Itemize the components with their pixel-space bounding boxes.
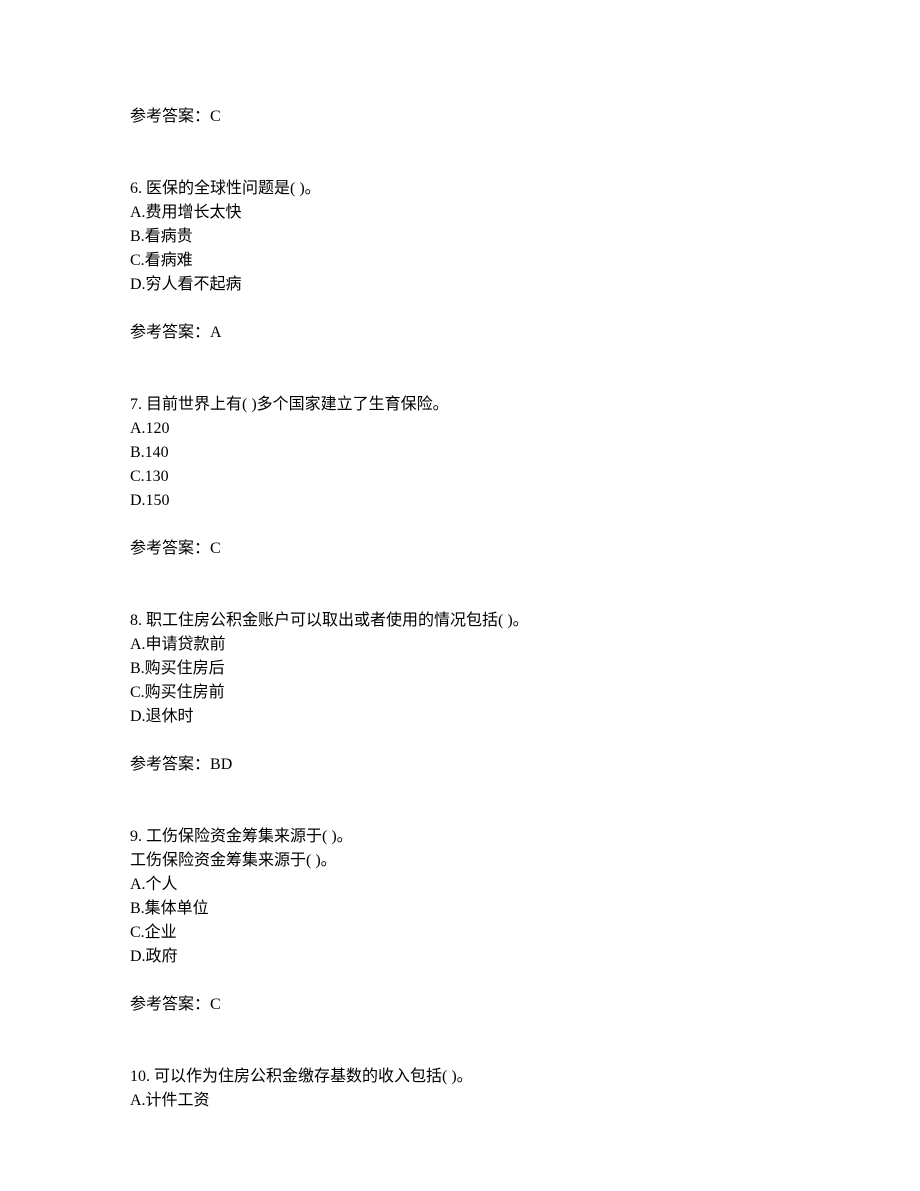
option-b: B.140	[130, 441, 790, 465]
answer-label: 参考答案：	[130, 756, 210, 773]
option-c: C.购买住房前	[130, 681, 790, 705]
question-block-7: 7. 目前世界上有( )多个国家建立了生育保险。 A.120 B.140 C.1…	[130, 393, 790, 561]
answer-label: 参考答案：	[130, 996, 210, 1013]
question-stem: 医保的全球性问题是( )。	[146, 180, 321, 197]
question-line: 8. 职工住房公积金账户可以取出或者使用的情况包括( )。	[130, 609, 790, 633]
question-line: 9. 工伤保险资金筹集来源于( )。	[130, 825, 790, 849]
question-number: 7.	[130, 396, 146, 413]
answer-value: C	[210, 108, 221, 125]
option-d: D.150	[130, 489, 790, 513]
option-b: B.看病贵	[130, 225, 790, 249]
question-block-6: 6. 医保的全球性问题是( )。 A.费用增长太快 B.看病贵 C.看病难 D.…	[130, 177, 790, 345]
answer-line: 参考答案：C	[130, 993, 790, 1017]
question-number: 6.	[130, 180, 146, 197]
option-c: C.看病难	[130, 249, 790, 273]
answer-label: 参考答案：	[130, 540, 210, 557]
question-block-9: 9. 工伤保险资金筹集来源于( )。 工伤保险资金筹集来源于( )。 A.个人 …	[130, 825, 790, 1017]
answer-value: BD	[210, 756, 232, 773]
option-a: A.申请贷款前	[130, 633, 790, 657]
question-line: 7. 目前世界上有( )多个国家建立了生育保险。	[130, 393, 790, 417]
question-number: 8.	[130, 612, 146, 629]
question-line: 6. 医保的全球性问题是( )。	[130, 177, 790, 201]
option-c: C.企业	[130, 921, 790, 945]
answer-value: C	[210, 996, 221, 1013]
option-c: C.130	[130, 465, 790, 489]
answer-value: A	[210, 324, 222, 341]
option-a: A.120	[130, 417, 790, 441]
answer-label: 参考答案：	[130, 324, 210, 341]
answer-line: 参考答案：A	[130, 321, 790, 345]
option-d: D.政府	[130, 945, 790, 969]
answer-label: 参考答案：	[130, 108, 210, 125]
orphan-answer-block: 参考答案：C	[130, 105, 790, 129]
question-block-10: 10. 可以作为住房公积金缴存基数的收入包括( )。 A.计件工资	[130, 1065, 790, 1113]
answer-value: C	[210, 540, 221, 557]
question-stem: 目前世界上有( )多个国家建立了生育保险。	[146, 396, 449, 413]
option-b: B.购买住房后	[130, 657, 790, 681]
question-substem: 工伤保险资金筹集来源于( )。	[130, 849, 790, 873]
question-number: 10.	[130, 1068, 154, 1085]
option-d: D.穷人看不起病	[130, 273, 790, 297]
question-stem: 工伤保险资金筹集来源于( )。	[146, 828, 353, 845]
option-d: D.退休时	[130, 705, 790, 729]
option-a: A.计件工资	[130, 1089, 790, 1113]
document-page: 参考答案：C 6. 医保的全球性问题是( )。 A.费用增长太快 B.看病贵 C…	[0, 0, 920, 1191]
question-number: 9.	[130, 828, 146, 845]
answer-line: 参考答案：C	[130, 537, 790, 561]
answer-line: 参考答案：BD	[130, 753, 790, 777]
question-stem: 职工住房公积金账户可以取出或者使用的情况包括( )。	[146, 612, 529, 629]
question-stem: 可以作为住房公积金缴存基数的收入包括( )。	[154, 1068, 473, 1085]
question-block-8: 8. 职工住房公积金账户可以取出或者使用的情况包括( )。 A.申请贷款前 B.…	[130, 609, 790, 777]
question-line: 10. 可以作为住房公积金缴存基数的收入包括( )。	[130, 1065, 790, 1089]
option-a: A.个人	[130, 873, 790, 897]
option-b: B.集体单位	[130, 897, 790, 921]
option-a: A.费用增长太快	[130, 201, 790, 225]
